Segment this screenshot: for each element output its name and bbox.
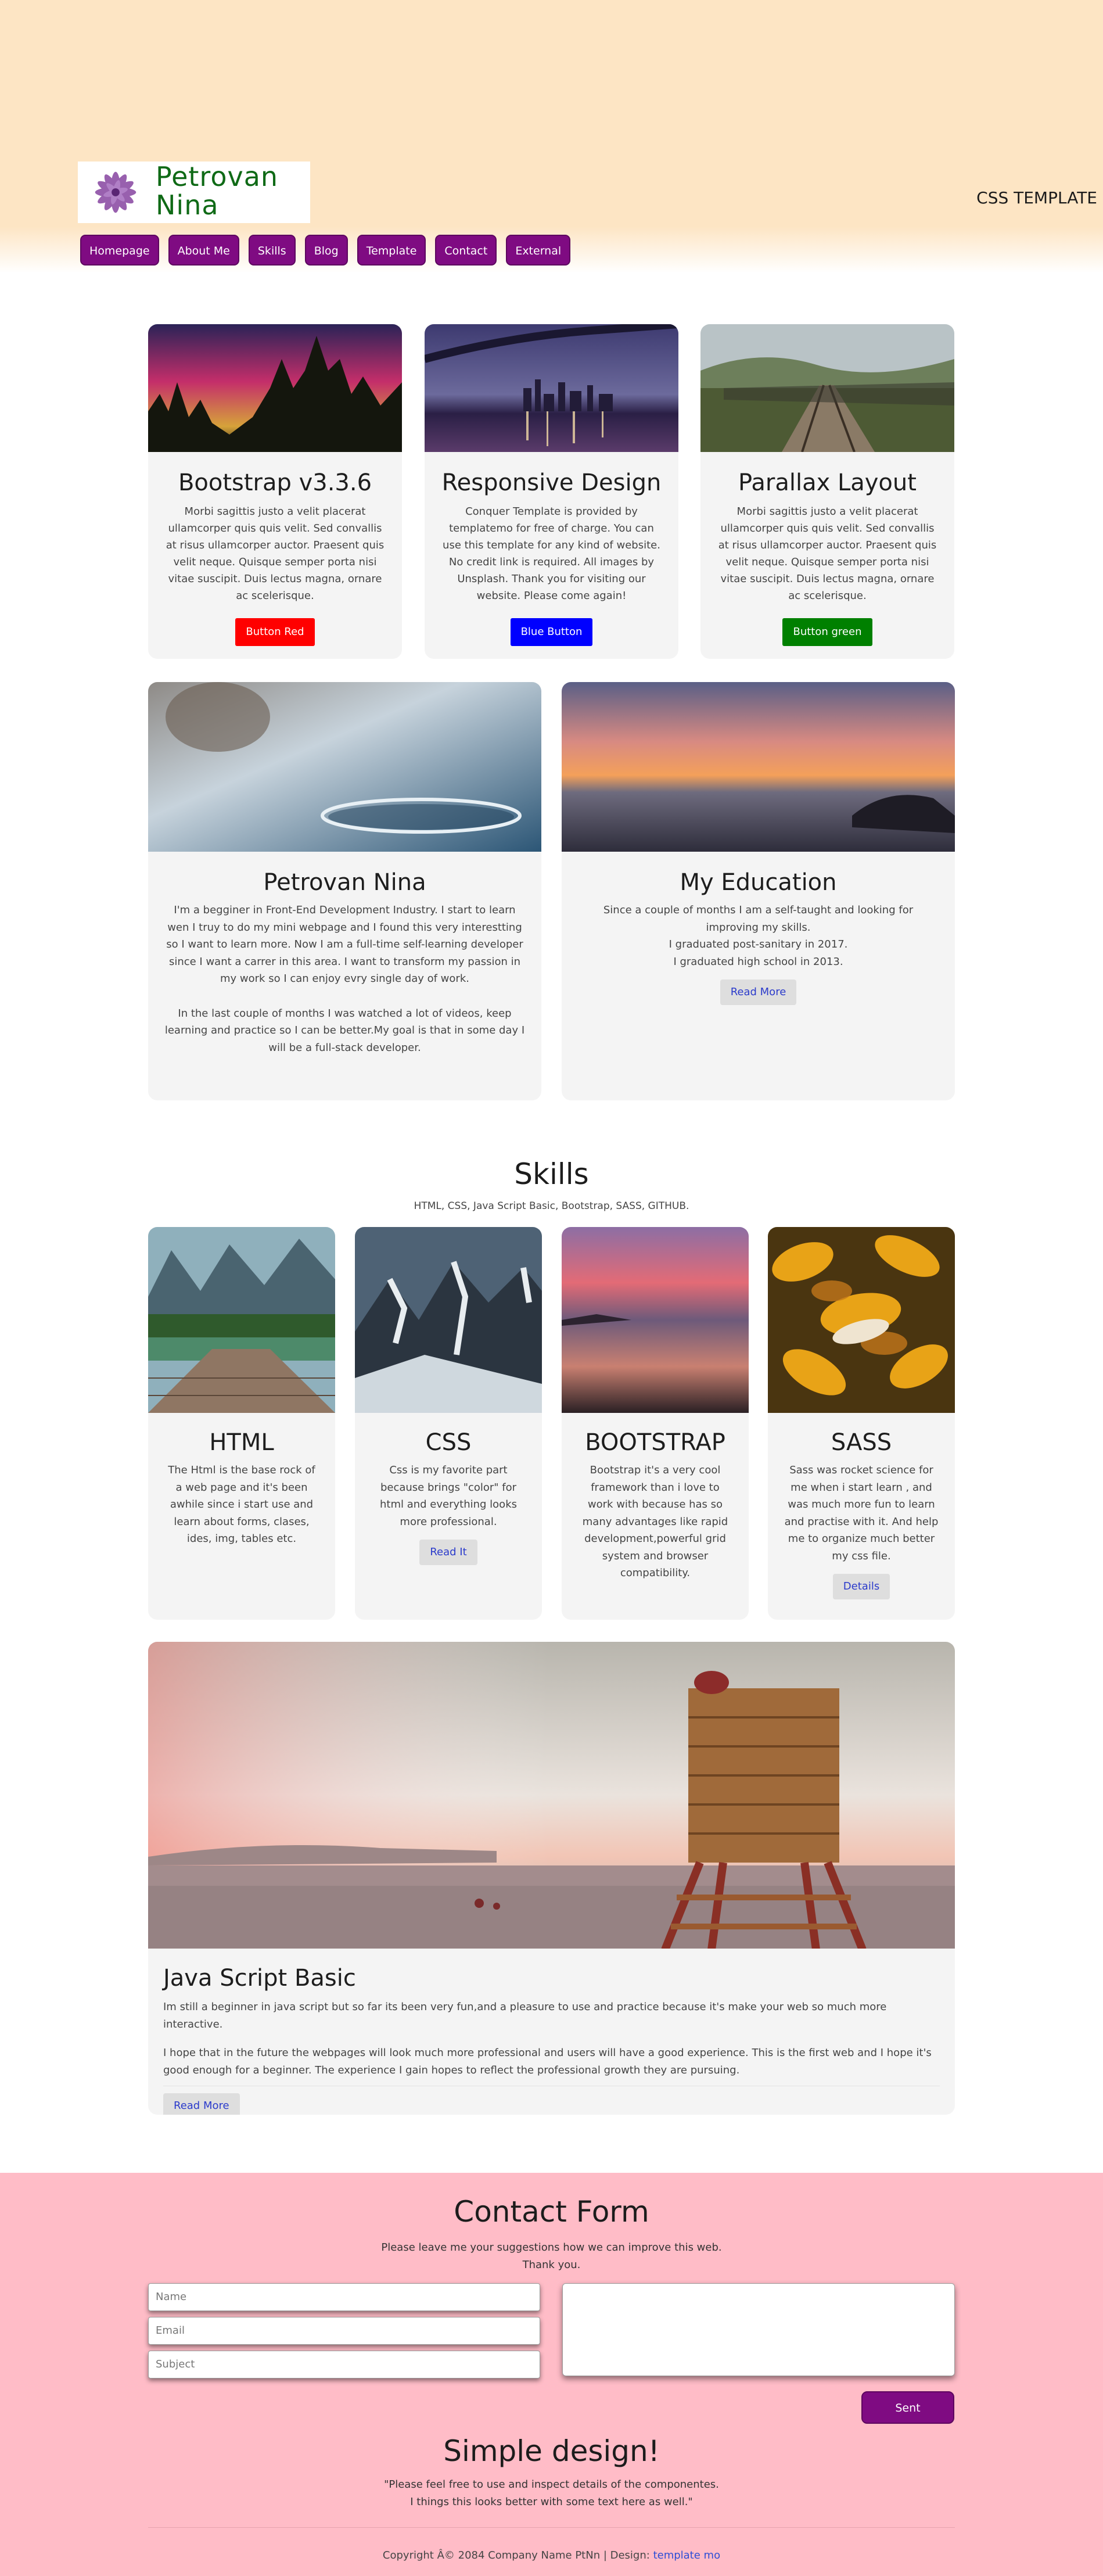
logo-line1: Petrovan <box>156 161 279 192</box>
card-title: My Education <box>680 869 837 896</box>
skills-subtitle: HTML, CSS, Java Script Basic, Bootstrap,… <box>414 1200 689 1212</box>
skill-card-css: CSS Css is my favorite part because brin… <box>355 1227 542 1620</box>
nav-template[interactable]: Template <box>357 235 426 266</box>
card-title: Bootstrap v3.3.6 <box>178 469 372 496</box>
simple-sub-line1: "Please feel free to use and inspect det… <box>384 2478 719 2491</box>
contact-subtitle: Please leave me your suggestions how we … <box>0 2239 1103 2274</box>
card-title: Java Script Basic <box>163 1965 356 1992</box>
email-field[interactable]: Email <box>148 2317 540 2345</box>
header: Petrovan Nina CSS TEMPLATE Homepage Abou… <box>0 0 1103 273</box>
snowy-mountains-image <box>355 1227 542 1413</box>
main-nav: Homepage About Me Skills Blog Template C… <box>80 235 571 266</box>
contact-title: Contact Form <box>454 2195 649 2229</box>
card-text: Conquer Template is provided by template… <box>443 505 660 602</box>
lifeguard-tower-image <box>148 1642 955 1949</box>
js-paragraph-2: I hope that in the future the webpages w… <box>163 2047 932 2076</box>
send-button[interactable]: Sent <box>861 2391 954 2424</box>
skill-card-sass: SASS Sass was rocket science for me when… <box>768 1227 955 1620</box>
subject-field[interactable]: Subject <box>148 2351 540 2378</box>
glass-blur-image <box>148 682 541 852</box>
skills-title: Skills <box>514 1157 589 1191</box>
city-bridge-night-image <box>425 324 678 452</box>
read-it-button[interactable]: Read It <box>419 1540 477 1565</box>
copyright: Copyright Â© 2084 Company Name PtNn | De… <box>0 2549 1103 2561</box>
beach-sunset-image <box>562 1227 749 1413</box>
card-text: The Html is the base rock of a web page … <box>168 1464 315 1545</box>
card-text: Bootstrap it's a very cool framework tha… <box>582 1464 728 1579</box>
contact-subtitle-line1: Please leave me your suggestions how we … <box>381 2241 722 2254</box>
logo-line2: Nina <box>156 189 219 221</box>
card-title: HTML <box>209 1429 274 1456</box>
button-red[interactable]: Button Red <box>235 618 315 646</box>
card-about-me: Petrovan Nina I'm a begginer in Front-En… <box>148 682 541 1100</box>
card-education: My Education Since a couple of months I … <box>562 682 955 1100</box>
card-javascript-basic: Java Script Basic Im still a beginner in… <box>148 1642 955 2115</box>
skill-card-bootstrap: BOOTSTRAP Bootstrap it's a very cool fra… <box>562 1227 749 1620</box>
card-title: CSS <box>425 1429 472 1456</box>
card-text: Morbi sagittis justo a velit placerat ul… <box>166 505 385 602</box>
nav-about-me[interactable]: About Me <box>168 235 239 266</box>
nav-external[interactable]: External <box>506 235 571 266</box>
logo-text: Petrovan Nina <box>156 163 278 220</box>
card-title: Petrovan Nina <box>263 869 426 896</box>
card-text: Css is my favorite part because brings "… <box>379 1464 517 1528</box>
copyright-text: Copyright Â© 2084 Company Name PtNn | De… <box>382 2549 653 2561</box>
about-paragraph-2: In the last couple of months I was watch… <box>164 1007 525 1054</box>
footer-divider <box>148 2527 955 2528</box>
about-paragraph-1: I'm a begginer in Front-End Development … <box>166 904 523 985</box>
education-line-3: I graduated high school in 2013. <box>673 955 843 968</box>
simple-sub-line2: I things this looks better with some tex… <box>410 2496 693 2508</box>
card-title: Parallax Layout <box>738 469 917 496</box>
button-blue[interactable]: Blue Button <box>510 618 593 646</box>
js-paragraph-1: Im still a beginner in java script but s… <box>163 2001 887 2030</box>
railway-bridge-image <box>700 324 954 452</box>
autumn-leaves-image <box>768 1227 955 1413</box>
aurora-forest-image <box>148 324 402 452</box>
skill-card-html: HTML The Html is the base rock of a web … <box>148 1227 335 1620</box>
card-title: SASS <box>831 1429 892 1456</box>
card-bootstrap: Bootstrap v3.3.6 Morbi sagittis justo a … <box>148 324 402 659</box>
message-textarea[interactable] <box>562 2283 955 2376</box>
education-line-1: Since a couple of months I am a self-tau… <box>603 904 914 934</box>
flower-logo-icon <box>95 171 136 213</box>
card-text: Morbi sagittis justo a velit placerat ul… <box>718 505 937 602</box>
nav-contact[interactable]: Contact <box>435 235 497 266</box>
details-button[interactable]: Details <box>832 1574 890 1599</box>
card-responsive: Responsive Design Conquer Template is pr… <box>425 324 678 659</box>
education-line-2: I graduated post-sanitary in 2017. <box>669 938 848 950</box>
card-parallax: Parallax Layout Morbi sagittis justo a v… <box>700 324 954 659</box>
simple-design-subtitle: "Please feel free to use and inspect det… <box>0 2476 1103 2511</box>
name-field[interactable]: Name <box>148 2283 540 2311</box>
lake-pier-image <box>148 1227 335 1413</box>
brand-title[interactable]: CSS TEMPLATE <box>976 188 1097 207</box>
card-title: Responsive Design <box>441 469 662 496</box>
simple-design-title: Simple design! <box>443 2434 660 2468</box>
design-link[interactable]: template mo <box>653 2549 721 2561</box>
read-more-button[interactable]: Read More <box>720 980 797 1005</box>
read-more-button[interactable]: Read More <box>163 2093 240 2115</box>
nav-homepage[interactable]: Homepage <box>80 235 159 266</box>
contact-subtitle-line2: Thank you. <box>522 2259 581 2271</box>
nav-blog[interactable]: Blog <box>304 235 348 266</box>
site-logo[interactable]: Petrovan Nina <box>78 162 310 223</box>
card-text: Sass was rocket science for me when i st… <box>784 1464 939 1562</box>
contact-section: Contact Form Please leave me your sugges… <box>0 2173 1103 2576</box>
card-title: BOOTSTRAP <box>585 1429 725 1456</box>
sunset-sea-image <box>562 682 955 852</box>
button-green[interactable]: Button green <box>782 618 872 646</box>
nav-skills[interactable]: Skills <box>248 235 296 266</box>
